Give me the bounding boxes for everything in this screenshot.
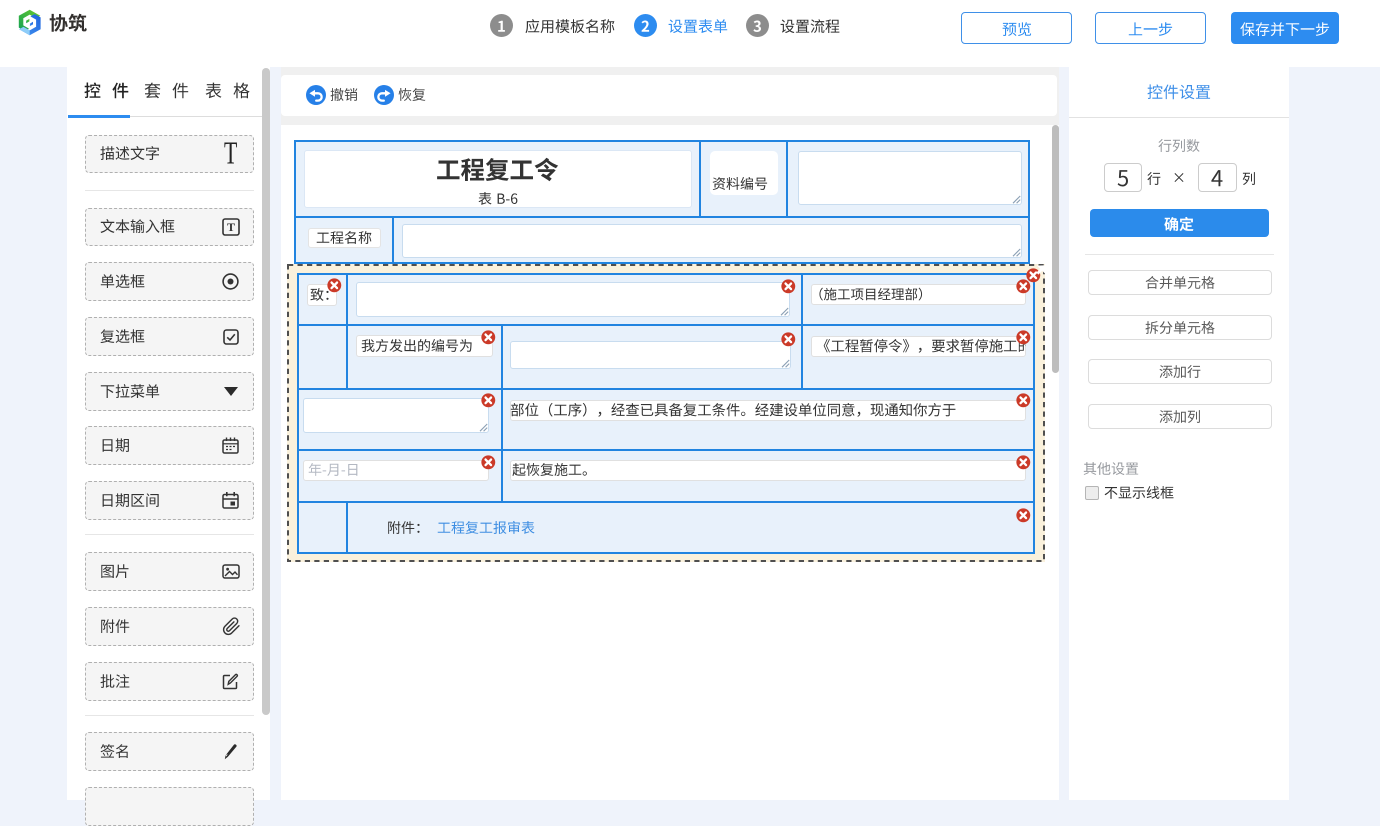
svg-text:T: T — [226, 220, 234, 234]
svg-text:T: T — [223, 136, 237, 171]
